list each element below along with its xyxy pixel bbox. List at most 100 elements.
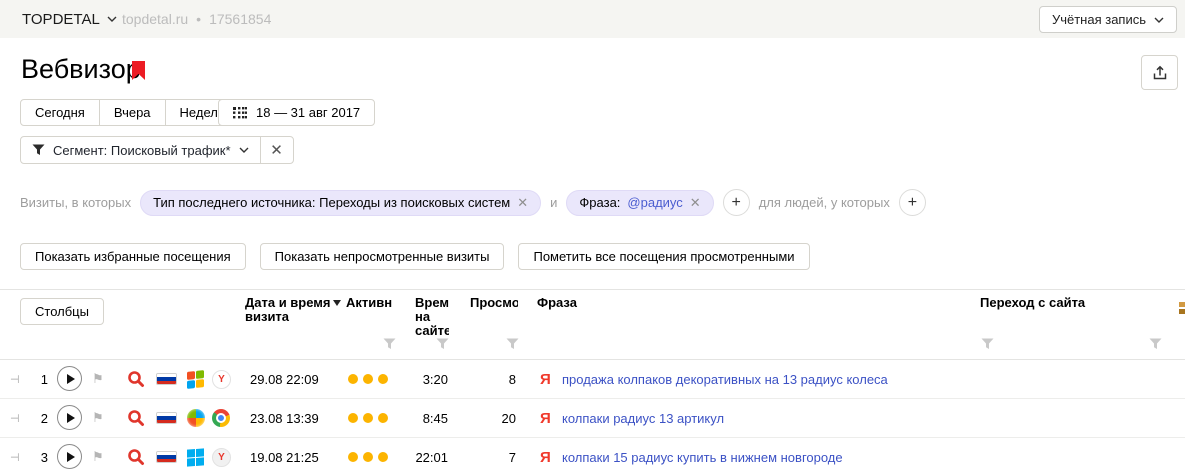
pin-handle-icon[interactable]: ⊣: [10, 438, 20, 469]
segment-control: Сегмент: Поисковый трафик* ✕: [20, 136, 294, 164]
visit-datetime: 29.08 22:09: [250, 360, 319, 398]
time-on-site: 3:20: [402, 360, 448, 398]
visit-datetime: 19.08 21:25: [250, 438, 319, 469]
chevron-down-icon: [1154, 17, 1164, 23]
play-icon: [67, 413, 75, 423]
play-button[interactable]: [57, 444, 82, 469]
yandex-search-icon: Я: [540, 360, 551, 398]
column-header-phrase[interactable]: Фраза: [537, 296, 577, 310]
show-unviewed-button[interactable]: Показать непросмотренные визиты: [260, 243, 505, 270]
phrase-chip[interactable]: Фраза: @радиус ✕: [566, 190, 713, 216]
close-icon[interactable]: ✕: [517, 196, 528, 209]
column-header-time-on-site[interactable]: Врем на сайте: [415, 296, 449, 338]
column-header-views[interactable]: Просмот: [470, 296, 518, 310]
column-filter-icon[interactable]: [436, 338, 449, 350]
row-number: 1: [32, 360, 48, 398]
os-windows-7-icon: [187, 399, 205, 437]
source-type-chip[interactable]: Тип последнего источника: Переходы из по…: [140, 190, 541, 216]
visit-datetime: 23.08 13:39: [250, 399, 319, 437]
chevron-down-icon: [239, 147, 249, 153]
filter-bar: Визиты, в которых Тип последнего источни…: [20, 189, 926, 216]
table-row: ⊣ 2 ⚑ 23.08 13:39 8:45 20 Я колпаки рад: [0, 399, 1185, 438]
mark-all-viewed-button[interactable]: Пометить все посещения просмотренными: [518, 243, 809, 270]
flag-icon[interactable]: ⚑: [92, 399, 104, 437]
counter-name: TOPDETAL: [22, 11, 100, 28]
column-filter-icon[interactable]: [506, 338, 519, 350]
column-filter-icon[interactable]: [1149, 338, 1162, 350]
os-windows-8-icon: [187, 438, 204, 469]
counter-switcher[interactable]: TOPDETAL: [22, 0, 117, 38]
os-windows-xp-icon: [187, 360, 204, 398]
region-flag-icon: [156, 451, 177, 463]
pin-handle-icon[interactable]: ⊣: [10, 360, 20, 398]
table-body: ⊣ 1 ⚑ Y 29.08 22:09 3:20 8 Я: [0, 360, 1185, 469]
play-icon: [67, 374, 75, 384]
browser-yandex-icon: Y: [212, 360, 231, 398]
table-row: ⊣ 1 ⚑ Y 29.08 22:09 3:20 8 Я: [0, 360, 1185, 399]
source-type-chip-label: Тип последнего источника: Переходы из по…: [153, 195, 510, 210]
counter-info: topdetal.ru • 17561854: [122, 0, 271, 38]
play-icon: [67, 452, 75, 462]
phrase-chip-label: Фраза:: [579, 195, 620, 210]
close-icon: ✕: [270, 143, 283, 158]
search-phrase-link[interactable]: колпаки радиус 13 артикул: [562, 411, 724, 426]
segment-label: Сегмент: Поисковый трафик*: [53, 143, 231, 158]
pin-handle-icon[interactable]: ⊣: [10, 399, 20, 437]
search-traffic-icon: [127, 360, 145, 398]
site-domain: topdetal.ru: [122, 11, 188, 27]
search-phrase-link[interactable]: продажа колпаков декоративных на 13 ради…: [562, 372, 888, 387]
table-header: Столбцы Дата и время визита Активн Врем …: [0, 290, 1185, 360]
calendar-icon: [233, 106, 247, 119]
column-header-referrer[interactable]: Переход с сайта: [980, 296, 1085, 310]
flag-icon[interactable]: ⚑: [92, 438, 104, 469]
search-traffic-icon: [127, 399, 145, 437]
segment-close-button[interactable]: ✕: [260, 137, 293, 163]
time-on-site: 8:45: [402, 399, 448, 437]
row-number: 2: [32, 399, 48, 437]
people-condition-label: для людей, у которых: [759, 195, 890, 210]
plus-icon: +: [732, 194, 741, 212]
region-flag-icon: [156, 412, 177, 424]
segment-button[interactable]: Сегмент: Поисковый трафик*: [21, 137, 260, 163]
dot-separator: •: [196, 11, 201, 27]
phrase-chip-value: @радиус: [627, 195, 682, 210]
export-button[interactable]: [1141, 55, 1178, 90]
flag-icon[interactable]: ⚑: [92, 360, 104, 398]
date-range-label: 18 — 31 авг 2017: [256, 105, 360, 120]
plus-icon: +: [908, 194, 917, 212]
add-people-condition-button[interactable]: +: [899, 189, 926, 216]
yandex-search-icon: Я: [540, 438, 551, 469]
column-filter-icon[interactable]: [383, 338, 396, 350]
preset-today-button[interactable]: Сегодня: [20, 99, 100, 126]
close-icon[interactable]: ✕: [690, 196, 701, 209]
play-button[interactable]: [57, 366, 82, 391]
and-label: и: [550, 195, 557, 210]
column-filter-icon[interactable]: [981, 338, 994, 350]
search-traffic-icon: [127, 438, 145, 469]
chevron-down-icon: [107, 16, 117, 22]
top-bar: TOPDETAL topdetal.ru • 17561854 Учётная …: [0, 0, 1185, 38]
page-title: Вебвизор: [21, 54, 141, 85]
upload-icon: [1152, 65, 1168, 81]
preset-yesterday-button[interactable]: Вчера: [99, 99, 166, 126]
show-favorites-button[interactable]: Показать избранные посещения: [20, 243, 246, 270]
action-button-row: Показать избранные посещения Показать не…: [20, 243, 810, 270]
counter-id: 17561854: [209, 11, 271, 27]
page-views: 20: [472, 399, 516, 437]
play-button[interactable]: [57, 405, 82, 430]
date-range-button[interactable]: 18 — 31 авг 2017: [218, 99, 375, 126]
column-header-activity[interactable]: Активн: [346, 296, 393, 310]
columns-button[interactable]: Столбцы: [20, 298, 104, 325]
account-menu-button[interactable]: Учётная запись: [1039, 6, 1177, 33]
column-header-datetime[interactable]: Дата и время визита: [245, 296, 337, 324]
date-preset-group: Сегодня Вчера Неделя: [20, 99, 240, 126]
phrase-cell: продажа колпаков декоративных на 13 ради…: [562, 360, 888, 398]
phrase-cell: колпаки 15 радиус купить в нижнем новгор…: [562, 438, 843, 469]
account-menu-label: Учётная запись: [1052, 12, 1146, 27]
phrase-cell: колпаки радиус 13 артикул: [562, 399, 724, 437]
sort-desc-icon: [333, 300, 341, 306]
add-visit-condition-button[interactable]: +: [723, 189, 750, 216]
browser-yandex-icon: Y: [212, 438, 231, 469]
search-phrase-link[interactable]: колпаки 15 радиус купить в нижнем новгор…: [562, 450, 843, 465]
region-flag-icon: [156, 373, 177, 385]
